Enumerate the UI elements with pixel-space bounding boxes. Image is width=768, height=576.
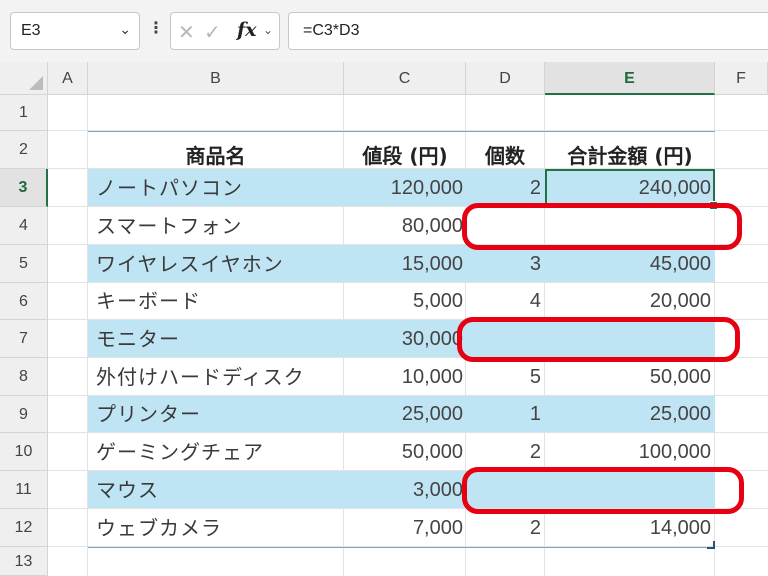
table-top-border	[88, 131, 715, 132]
cell-total[interactable]: 14,000	[545, 509, 711, 547]
more-options-icon[interactable]: ⋮	[148, 18, 164, 37]
cell-product-name[interactable]: 外付けハードディスク	[96, 358, 336, 396]
cell-total[interactable]: 45,000	[545, 245, 711, 283]
row-header-1[interactable]: 1	[0, 95, 48, 131]
table-resize-handle[interactable]	[707, 541, 715, 549]
header-quantity[interactable]: 個数	[466, 140, 544, 169]
cell-quantity[interactable]: 1	[466, 396, 541, 433]
cell-product-name[interactable]: スマートフォン	[96, 207, 336, 245]
cell-product-name[interactable]: ウェブカメラ	[96, 509, 336, 547]
row-header-9[interactable]: 9	[0, 396, 48, 433]
active-cell-e3[interactable]	[545, 169, 718, 210]
cell-product-name[interactable]: プリンター	[96, 396, 336, 433]
row-header-7[interactable]: 7	[0, 320, 48, 358]
select-all-button[interactable]	[0, 62, 48, 95]
name-box-value: E3	[21, 22, 41, 39]
cell-price[interactable]: 25,000	[344, 396, 463, 433]
formula-controls: ✕ ✓ fx ⌄	[170, 12, 280, 50]
row-header-11[interactable]: 11	[0, 471, 48, 509]
cell-product-name[interactable]: キーボード	[96, 283, 336, 320]
header-product-name[interactable]: 商品名	[88, 140, 343, 169]
column-header-b[interactable]: B	[88, 62, 344, 95]
cell-price[interactable]: 50,000	[344, 433, 463, 471]
formula-toolbar: E3 ⌄ ⋮ ✕ ✓ fx ⌄ =C3*D3	[0, 0, 768, 63]
cell-price[interactable]: 7,000	[344, 509, 463, 547]
cell-quantity[interactable]: 2	[466, 433, 541, 471]
cancel-icon[interactable]: ✕	[178, 20, 195, 44]
cell-price[interactable]: 5,000	[344, 283, 463, 320]
cell-total[interactable]: 20,000	[545, 283, 711, 320]
cell-price[interactable]: 15,000	[344, 245, 463, 283]
cell-price[interactable]: 120,000	[344, 169, 463, 207]
name-box[interactable]: E3 ⌄	[10, 12, 140, 50]
cell-product-name[interactable]: ワイヤレスイヤホン	[96, 245, 336, 283]
cell-quantity[interactable]: 5	[466, 358, 541, 396]
row-header-12[interactable]: 12	[0, 509, 48, 547]
column-header-d[interactable]: D	[466, 62, 545, 95]
formula-input[interactable]: =C3*D3	[288, 12, 768, 50]
column-header-c[interactable]: C	[344, 62, 466, 95]
column-header-a[interactable]: A	[48, 62, 88, 95]
cell-price[interactable]: 10,000	[344, 358, 463, 396]
cell-product-name[interactable]: ノートパソコン	[96, 169, 336, 207]
header-total[interactable]: 合計金額 (円)	[545, 140, 715, 169]
cell-price[interactable]: 3,000	[344, 471, 463, 509]
cell-price[interactable]: 80,000	[344, 207, 463, 245]
cell-quantity[interactable]: 2	[466, 169, 541, 207]
table-bottom-border	[88, 547, 715, 548]
row-header-13[interactable]: 13	[0, 547, 48, 576]
row-header-5[interactable]: 5	[0, 245, 48, 283]
cell-quantity[interactable]: 4	[466, 283, 541, 320]
select-all-triangle-icon	[29, 76, 43, 90]
insert-function-button[interactable]: fx	[237, 19, 257, 41]
row-header-10[interactable]: 10	[0, 433, 48, 471]
row-header-8[interactable]: 8	[0, 358, 48, 396]
row-header-2[interactable]: 2	[0, 131, 48, 169]
row-header-3[interactable]: 3	[0, 169, 48, 207]
red-highlight-row-4	[462, 203, 742, 250]
cell-product-name[interactable]: マウス	[96, 471, 336, 509]
red-highlight-row-11	[462, 467, 744, 514]
column-header-f[interactable]: F	[715, 62, 768, 95]
cell-total[interactable]: 100,000	[545, 433, 711, 471]
cell-total[interactable]: 50,000	[545, 358, 711, 396]
cell-total[interactable]: 25,000	[545, 396, 711, 433]
enter-icon[interactable]: ✓	[204, 20, 221, 44]
cell-quantity[interactable]: 3	[466, 245, 541, 283]
formula-text: =C3*D3	[303, 22, 360, 39]
cell-product-name[interactable]: モニター	[96, 320, 336, 358]
header-price[interactable]: 値段 (円)	[344, 140, 466, 169]
cell-quantity[interactable]: 2	[466, 509, 541, 547]
chevron-down-icon[interactable]: ⌄	[263, 23, 273, 37]
row-header-4[interactable]: 4	[0, 207, 48, 245]
row-header-6[interactable]: 6	[0, 283, 48, 320]
red-highlight-row-7	[457, 317, 740, 362]
cell-price[interactable]: 30,000	[344, 320, 463, 358]
column-header-e[interactable]: E	[545, 62, 715, 95]
cell-product-name[interactable]: ゲーミングチェア	[96, 433, 336, 471]
chevron-down-icon[interactable]: ⌄	[119, 22, 131, 38]
